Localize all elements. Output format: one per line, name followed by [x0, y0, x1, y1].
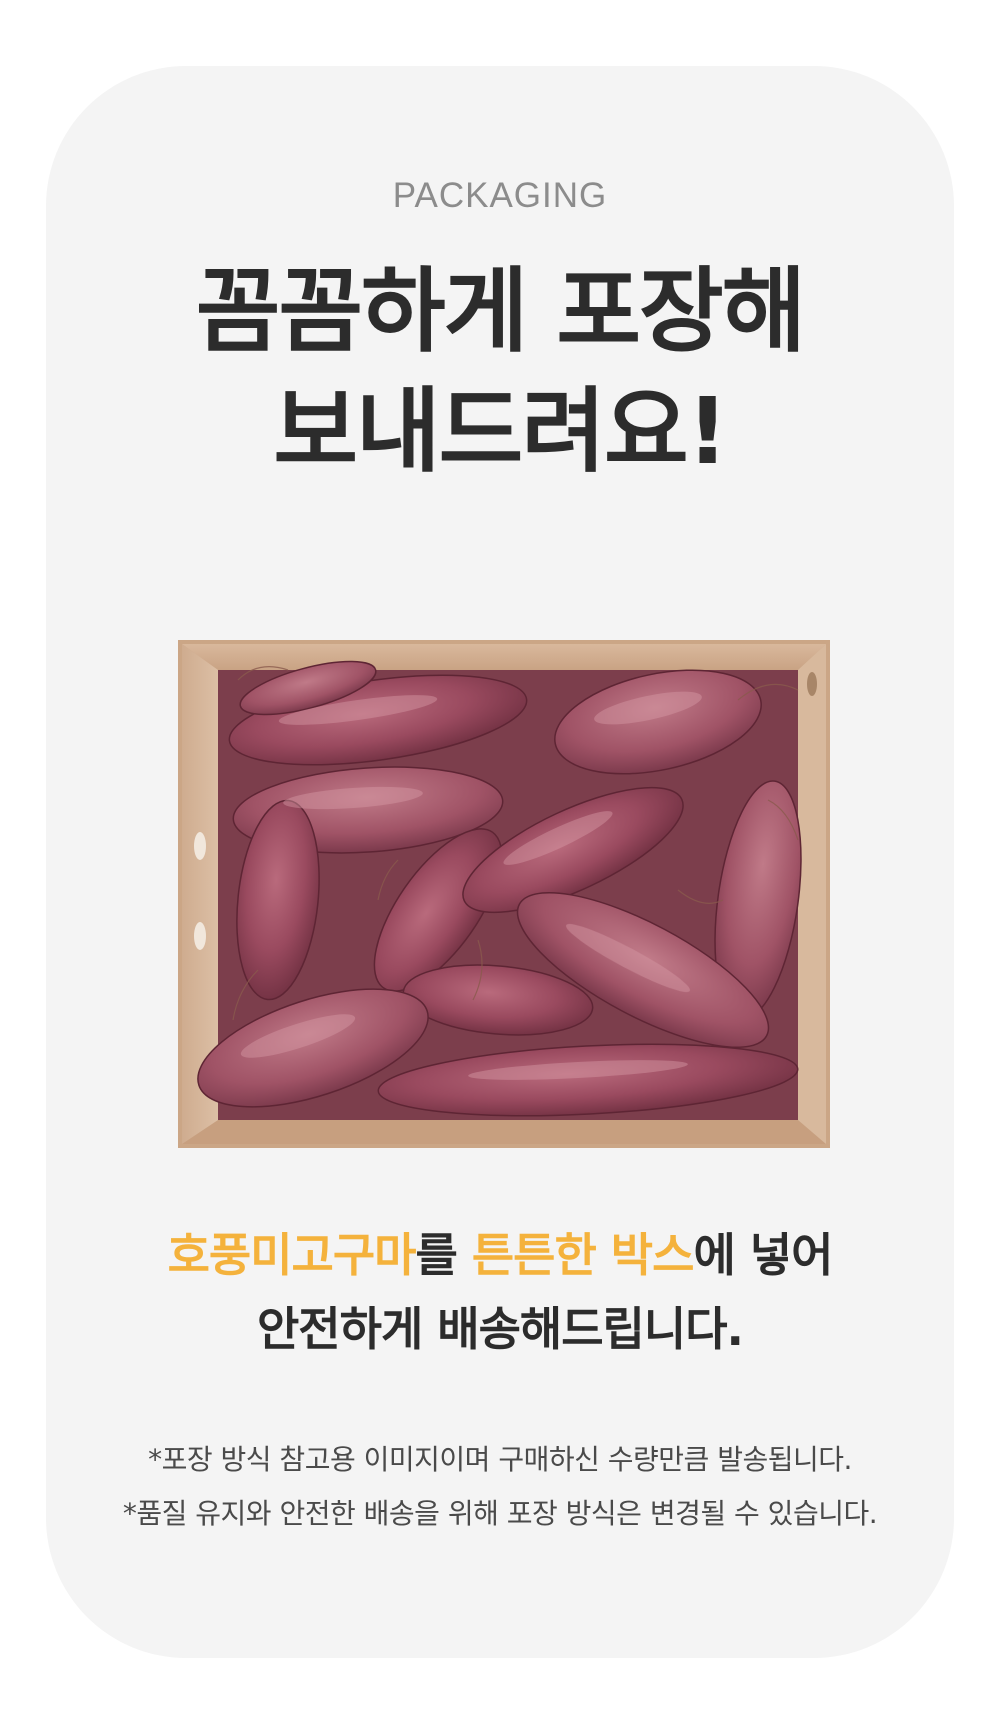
- body-line-2: 안전하게 배송해드립니다.: [256, 1302, 744, 1356]
- sweet-potato-box-photo: [178, 640, 830, 1148]
- packaging-note-2: *품질 유지와 안전한 배송을 위해 포장 방식은 변경될 수 있습니다.: [122, 1497, 878, 1530]
- body-line-1-end: 에 넣어: [693, 1228, 833, 1282]
- body-line-1: 호풍미고구마를 튼튼한 박스에 넣어: [0, 1232, 1000, 1278]
- headline-line-2: 보내드려요!: [273, 378, 728, 485]
- product-name-highlight: 호풍미고구마: [167, 1228, 417, 1282]
- box-highlight: 튼튼한 박스: [471, 1228, 695, 1282]
- headline-line-1: 꼼꼼하게 포장해: [195, 258, 807, 365]
- packaging-note-1: *포장 방식 참고용 이미지이며 구매하신 수량만큼 발송됩니다.: [148, 1443, 852, 1476]
- body-line-1-mid: 를: [415, 1228, 472, 1282]
- section-label: PACKAGING: [392, 176, 608, 215]
